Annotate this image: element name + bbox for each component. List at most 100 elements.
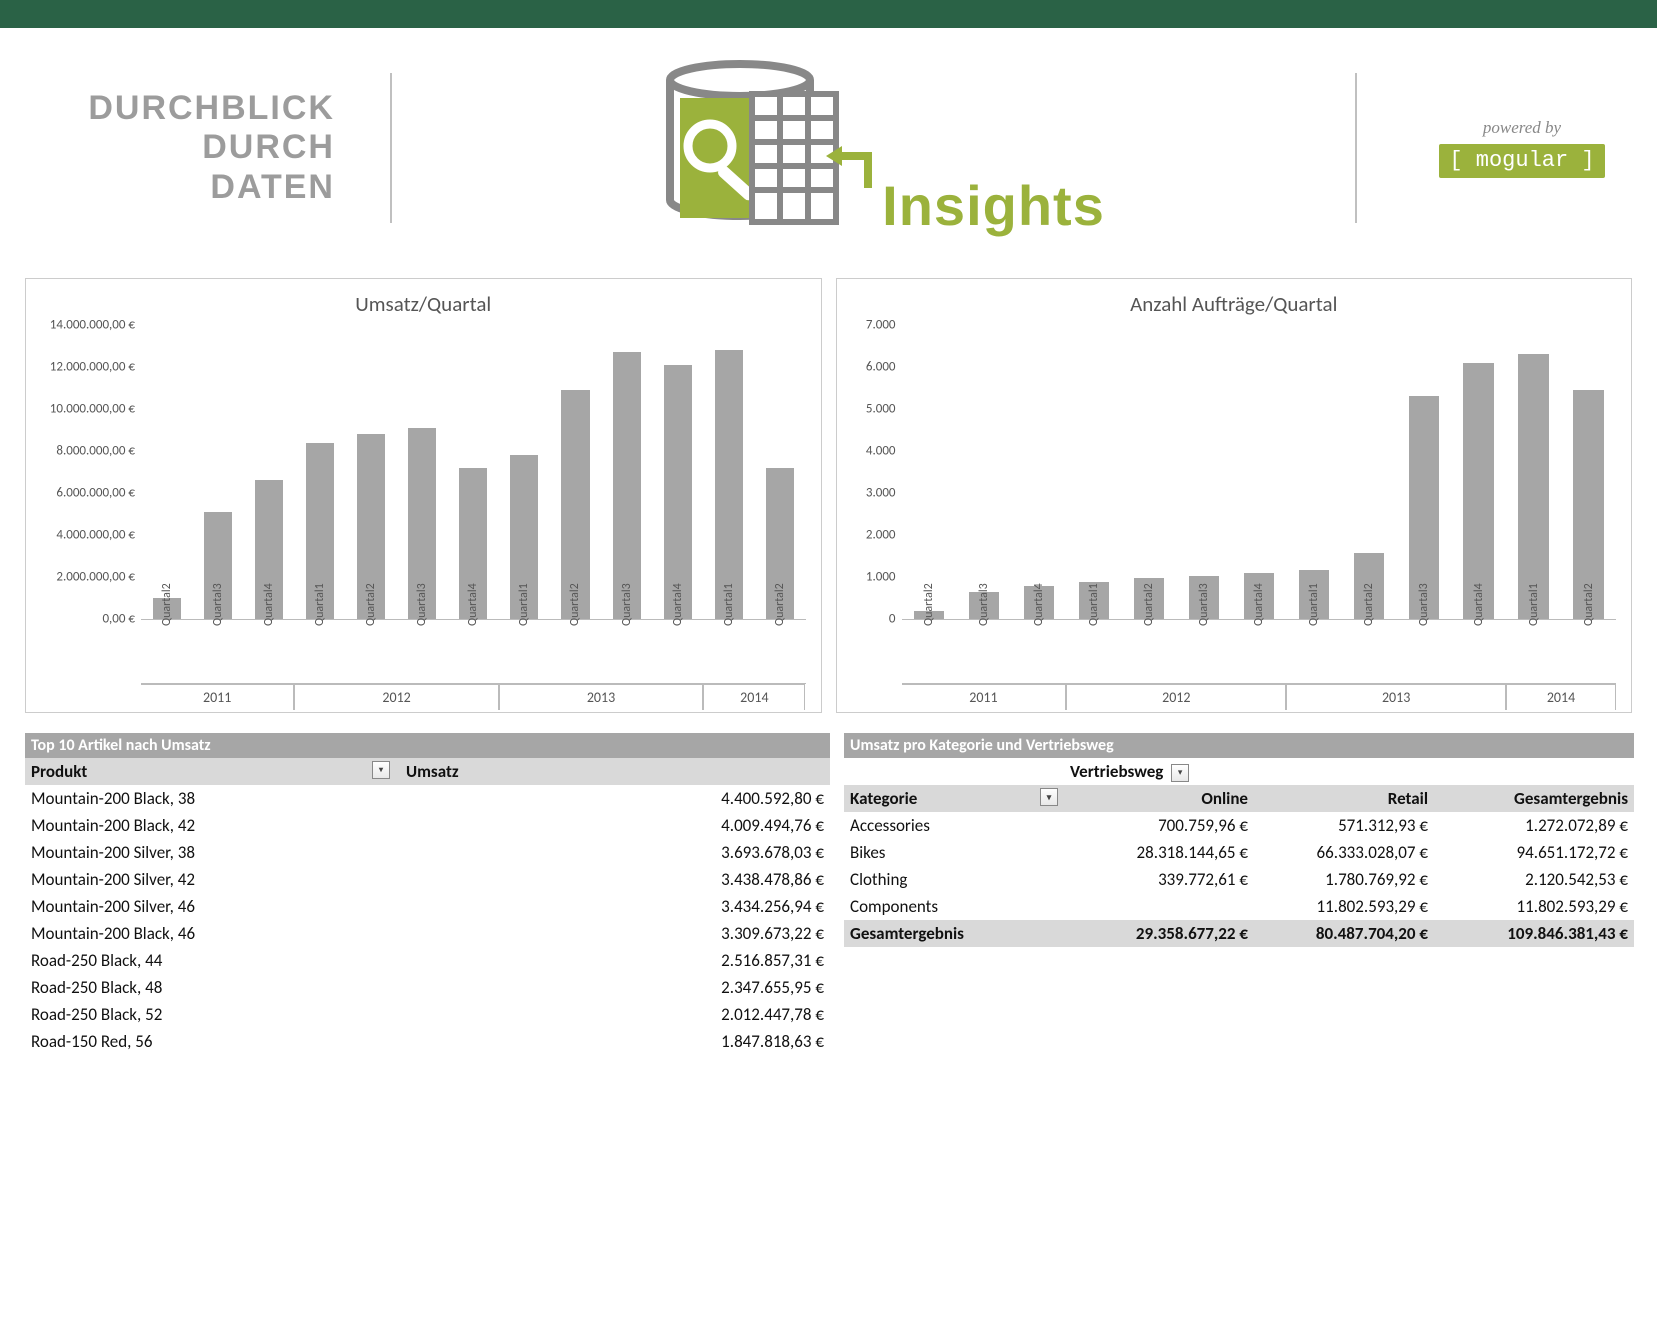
cell: 28.318.144,65 € <box>1064 839 1254 866</box>
y-tick: 6.000 <box>866 360 902 375</box>
year-group: 2012 <box>1066 684 1286 710</box>
bar <box>1463 363 1493 619</box>
x-tick: Quartal2 <box>773 583 787 626</box>
year-group: 2014 <box>703 684 805 710</box>
y-tick: 2.000 <box>866 528 902 543</box>
cell: 1.272.072,89 € <box>1434 812 1634 839</box>
cell: 1.780.769,92 € <box>1254 866 1434 893</box>
x-tick: Quartal4 <box>1472 583 1486 626</box>
table-total-row: Gesamtergebnis 29.358.677,22 € 80.487.70… <box>844 920 1634 947</box>
dropdown-icon[interactable] <box>1171 764 1189 782</box>
x-tick: Quartal1 <box>1307 583 1321 626</box>
top10-table: Top 10 Artikel nach Umsatz Produkt Umsat… <box>25 733 830 1055</box>
cell: Components <box>844 893 1064 920</box>
year-group: 2013 <box>1286 684 1506 710</box>
x-tick: Quartal3 <box>211 583 225 626</box>
cell: Mountain-200 Silver, 46 <box>25 893 400 920</box>
chart-plot: 01.0002.0003.0004.0005.0006.0007.000 <box>902 325 1617 620</box>
bar <box>613 352 641 619</box>
cell: 11.802.593,29 € <box>1254 893 1434 920</box>
x-tick: Quartal2 <box>568 583 582 626</box>
brand-badge: [ mogular ] <box>1439 144 1604 178</box>
dropdown-icon[interactable] <box>1040 788 1058 806</box>
y-tick: 12.000.000,00 € <box>50 360 141 375</box>
x-tick: Quartal2 <box>1582 583 1596 626</box>
cell: 3.434.256,94 € <box>400 893 830 920</box>
y-tick: 0,00 € <box>102 612 141 627</box>
y-tick: 4.000 <box>866 444 902 459</box>
x-tick: Quartal1 <box>313 583 327 626</box>
cell: Road-250 Black, 48 <box>25 974 400 1001</box>
header: DURCHBLICK DURCH DATEN <box>0 28 1657 258</box>
powered-label: powered by <box>1412 118 1632 138</box>
cell: Road-250 Black, 52 <box>25 1001 400 1028</box>
chart-xaxis: Quartal2Quartal3Quartal4Quartal1Quartal2… <box>141 620 806 710</box>
chart-xaxis: Quartal2Quartal3Quartal4Quartal1Quartal2… <box>902 620 1617 710</box>
x-tick: Quartal3 <box>1197 583 1211 626</box>
cell: 66.333.028,07 € <box>1254 839 1434 866</box>
x-tick: Quartal4 <box>671 583 685 626</box>
filter-icon[interactable] <box>372 761 390 779</box>
x-tick: Quartal1 <box>1087 583 1101 626</box>
x-tick: Quartal4 <box>466 583 480 626</box>
x-tick: Quartal2 <box>364 583 378 626</box>
cell: 3.693.678,03 € <box>400 839 830 866</box>
chart-title: Umsatz/Quartal <box>36 291 811 317</box>
cell: Mountain-200 Black, 42 <box>25 812 400 839</box>
cell: Clothing <box>844 866 1064 893</box>
cell: 2.120.542,53 € <box>1434 866 1634 893</box>
table-row: Components11.802.593,29 €11.802.593,29 € <box>844 893 1634 920</box>
col-total: Gesamtergebnis <box>1514 788 1628 809</box>
cell: Gesamtergebnis <box>844 920 1064 947</box>
y-tick: 2.000.000,00 € <box>56 570 141 585</box>
x-tick: Quartal2 <box>1362 583 1376 626</box>
slogan-line: DURCHBLICK <box>25 89 335 128</box>
table-row: Mountain-200 Silver, 463.434.256,94 € <box>25 893 830 920</box>
col-revenue: Umsatz <box>406 761 459 782</box>
col-category: Kategorie <box>850 788 917 809</box>
bar <box>1518 354 1548 619</box>
table-row: Mountain-200 Black, 384.400.592,80 € <box>25 785 830 812</box>
top-bar <box>0 0 1657 28</box>
chart-plot: 0,00 €2.000.000,00 €4.000.000,00 €6.000.… <box>141 325 806 620</box>
slogan-line: DURCH <box>25 128 335 167</box>
separator <box>390 73 392 223</box>
table-row: Road-250 Black, 482.347.655,95 € <box>25 974 830 1001</box>
cell: 2.012.447,78 € <box>400 1001 830 1028</box>
table-row: Mountain-200 Black, 463.309.673,22 € <box>25 920 830 947</box>
cell: 2.347.655,95 € <box>400 974 830 1001</box>
cell: 3.309.673,22 € <box>400 920 830 947</box>
x-tick: Quartal2 <box>160 583 174 626</box>
x-tick: Quartal2 <box>922 583 936 626</box>
slogan: DURCHBLICK DURCH DATEN <box>25 89 335 206</box>
col-online: Online <box>1201 788 1248 809</box>
year-group: 2013 <box>499 684 703 710</box>
y-tick: 5.000 <box>866 402 902 417</box>
y-tick: 10.000.000,00 € <box>50 402 141 417</box>
table-row: Clothing339.772,61 €1.780.769,92 €2.120.… <box>844 866 1634 893</box>
pivot-table: Umsatz pro Kategorie und Vertriebsweg Ve… <box>844 733 1634 947</box>
cell: Road-150 Red, 56 <box>25 1028 400 1055</box>
chart-auftraege-quartal: Anzahl Aufträge/Quartal 01.0002.0003.000… <box>836 278 1633 713</box>
chart-umsatz-quartal: Umsatz/Quartal 0,00 €2.000.000,00 €4.000… <box>25 278 822 713</box>
table-row: Road-150 Red, 561.847.818,63 € <box>25 1028 830 1055</box>
cell: Mountain-200 Silver, 38 <box>25 839 400 866</box>
cell: 80.487.704,20 € <box>1254 920 1434 947</box>
separator <box>1355 73 1357 223</box>
chart-title: Anzahl Aufträge/Quartal <box>847 291 1622 317</box>
table-row: Accessories700.759,96 €571.312,93 €1.272… <box>844 812 1634 839</box>
x-tick: Quartal1 <box>517 583 531 626</box>
table-row: Road-250 Black, 442.516.857,31 € <box>25 947 830 974</box>
x-tick: Quartal4 <box>1252 583 1266 626</box>
year-group: 2011 <box>141 684 294 710</box>
slogan-line: DATEN <box>25 168 335 207</box>
y-tick: 0 <box>889 612 902 627</box>
col-product: Produkt <box>31 761 87 782</box>
x-tick: Quartal1 <box>1527 583 1541 626</box>
bar <box>715 350 743 619</box>
cell: Mountain-200 Silver, 42 <box>25 866 400 893</box>
cell: 571.312,93 € <box>1254 812 1434 839</box>
x-tick: Quartal3 <box>415 583 429 626</box>
table-row: Vertriebsweg <box>844 758 1634 785</box>
year-group: 2011 <box>902 684 1067 710</box>
